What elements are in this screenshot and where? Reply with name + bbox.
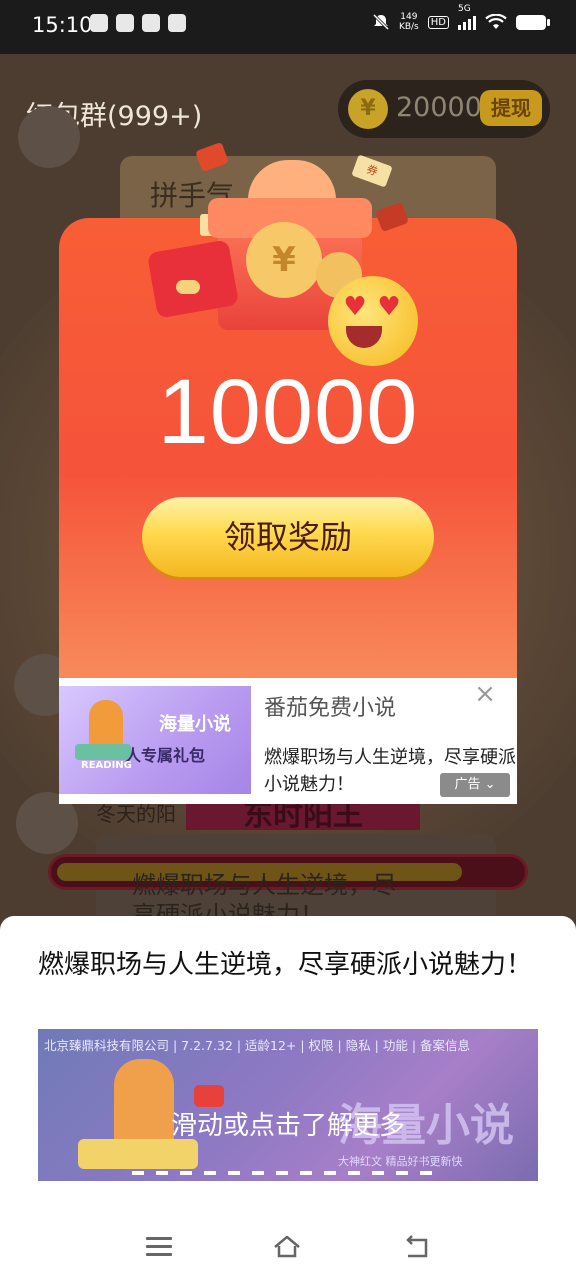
message-icon (142, 14, 160, 32)
signal-icon: 5G (458, 4, 476, 30)
reader-illustration (89, 700, 123, 748)
wechat-icon (90, 14, 108, 32)
chevron-down-icon: ⌄ (484, 777, 496, 792)
ad-thumb-reading: READING (81, 760, 132, 771)
app-icon (116, 14, 134, 32)
ad-title[interactable]: 番茄免费小说 (264, 690, 396, 722)
envelope-clasp (176, 280, 200, 294)
reward-amount: 10000 (157, 361, 419, 463)
swipe-cta[interactable]: 滑动或点击了解更多 (38, 1105, 538, 1142)
hd-badge: HD (427, 15, 449, 29)
ad-thumb-title: 海量小说 (159, 714, 231, 735)
mute-icon (372, 13, 390, 31)
sheet-description: 燃爆职场与人生逆境，尽享硬派小说魅力！ (38, 950, 533, 980)
books-illustration (75, 744, 131, 760)
network-type: 5G (458, 4, 471, 14)
app-info-links[interactable]: 北京臻鼎科技有限公司 | 7.2.7.32 | 适龄12+ | 权限 | 隐私 … (44, 1035, 470, 1054)
claim-reward-button[interactable]: 领取奖励 (142, 497, 434, 577)
navigation-bar (0, 1214, 576, 1280)
swipe-indicator (132, 1171, 438, 1175)
video-tagline: 大神红文 精品好书更新快 (338, 1155, 463, 1168)
status-bar: 15:10 149 KB/s HD 5G (0, 0, 576, 54)
network-speed-value: 149 (400, 12, 418, 22)
ad-video[interactable]: 北京臻鼎科技有限公司 | 7.2.7.32 | 适龄12+ | 权限 | 隐私 … (38, 1029, 538, 1181)
coin-icon: ¥ (348, 89, 388, 129)
system-icons: 149 KB/s HD 5G (372, 4, 550, 32)
network-speed: 149 KB/s (399, 12, 419, 32)
close-icon[interactable]: × (471, 680, 499, 708)
play-icon (194, 1085, 224, 1107)
app-icon (168, 14, 186, 32)
battery-icon (516, 14, 550, 30)
bottom-sheet: 燃爆职场与人生逆境，尽享硬派小说魅力！ 北京臻鼎科技有限公司 | 7.2.7.3… (0, 916, 576, 1214)
wifi-icon (485, 14, 507, 29)
heart-icon: ♥ (343, 292, 367, 322)
heart-icon: ♥ (377, 292, 401, 322)
message-line: 燃爆职场与人生逆境，尽 (132, 871, 396, 899)
network-speed-unit: KB/s (398, 22, 419, 32)
books-illustration (78, 1139, 198, 1169)
coin-icon: ¥ (246, 222, 322, 298)
home-icon[interactable] (272, 1232, 302, 1262)
clock: 15:10 (32, 13, 93, 37)
ad-label-dropdown[interactable]: 广告 ⌄ (440, 773, 510, 797)
menu-icon[interactable] (146, 1232, 176, 1262)
notification-icons (90, 14, 186, 32)
emoji-mouth (346, 326, 382, 348)
red-envelope-icon (146, 239, 240, 319)
ad-label: 广告 (454, 777, 481, 792)
heart-eyes-emoji-icon: ♥ ♥ (328, 276, 418, 366)
withdraw-button: 提现 (480, 90, 542, 126)
coin-balance-pill: ¥ 20000 提现 (338, 80, 550, 138)
back-icon[interactable] (402, 1232, 432, 1262)
ad-banner[interactable]: 海量小说 人专属礼包 READING 番茄免费小说 × 燃爆职场与人生逆境，尽享… (59, 678, 517, 804)
coin-balance: 20000 (396, 92, 482, 123)
avatar (18, 106, 80, 168)
ad-thumb-subtitle: 人专属礼包 (125, 746, 206, 765)
ad-thumbnail[interactable]: 海量小说 人专属礼包 READING (59, 686, 251, 794)
